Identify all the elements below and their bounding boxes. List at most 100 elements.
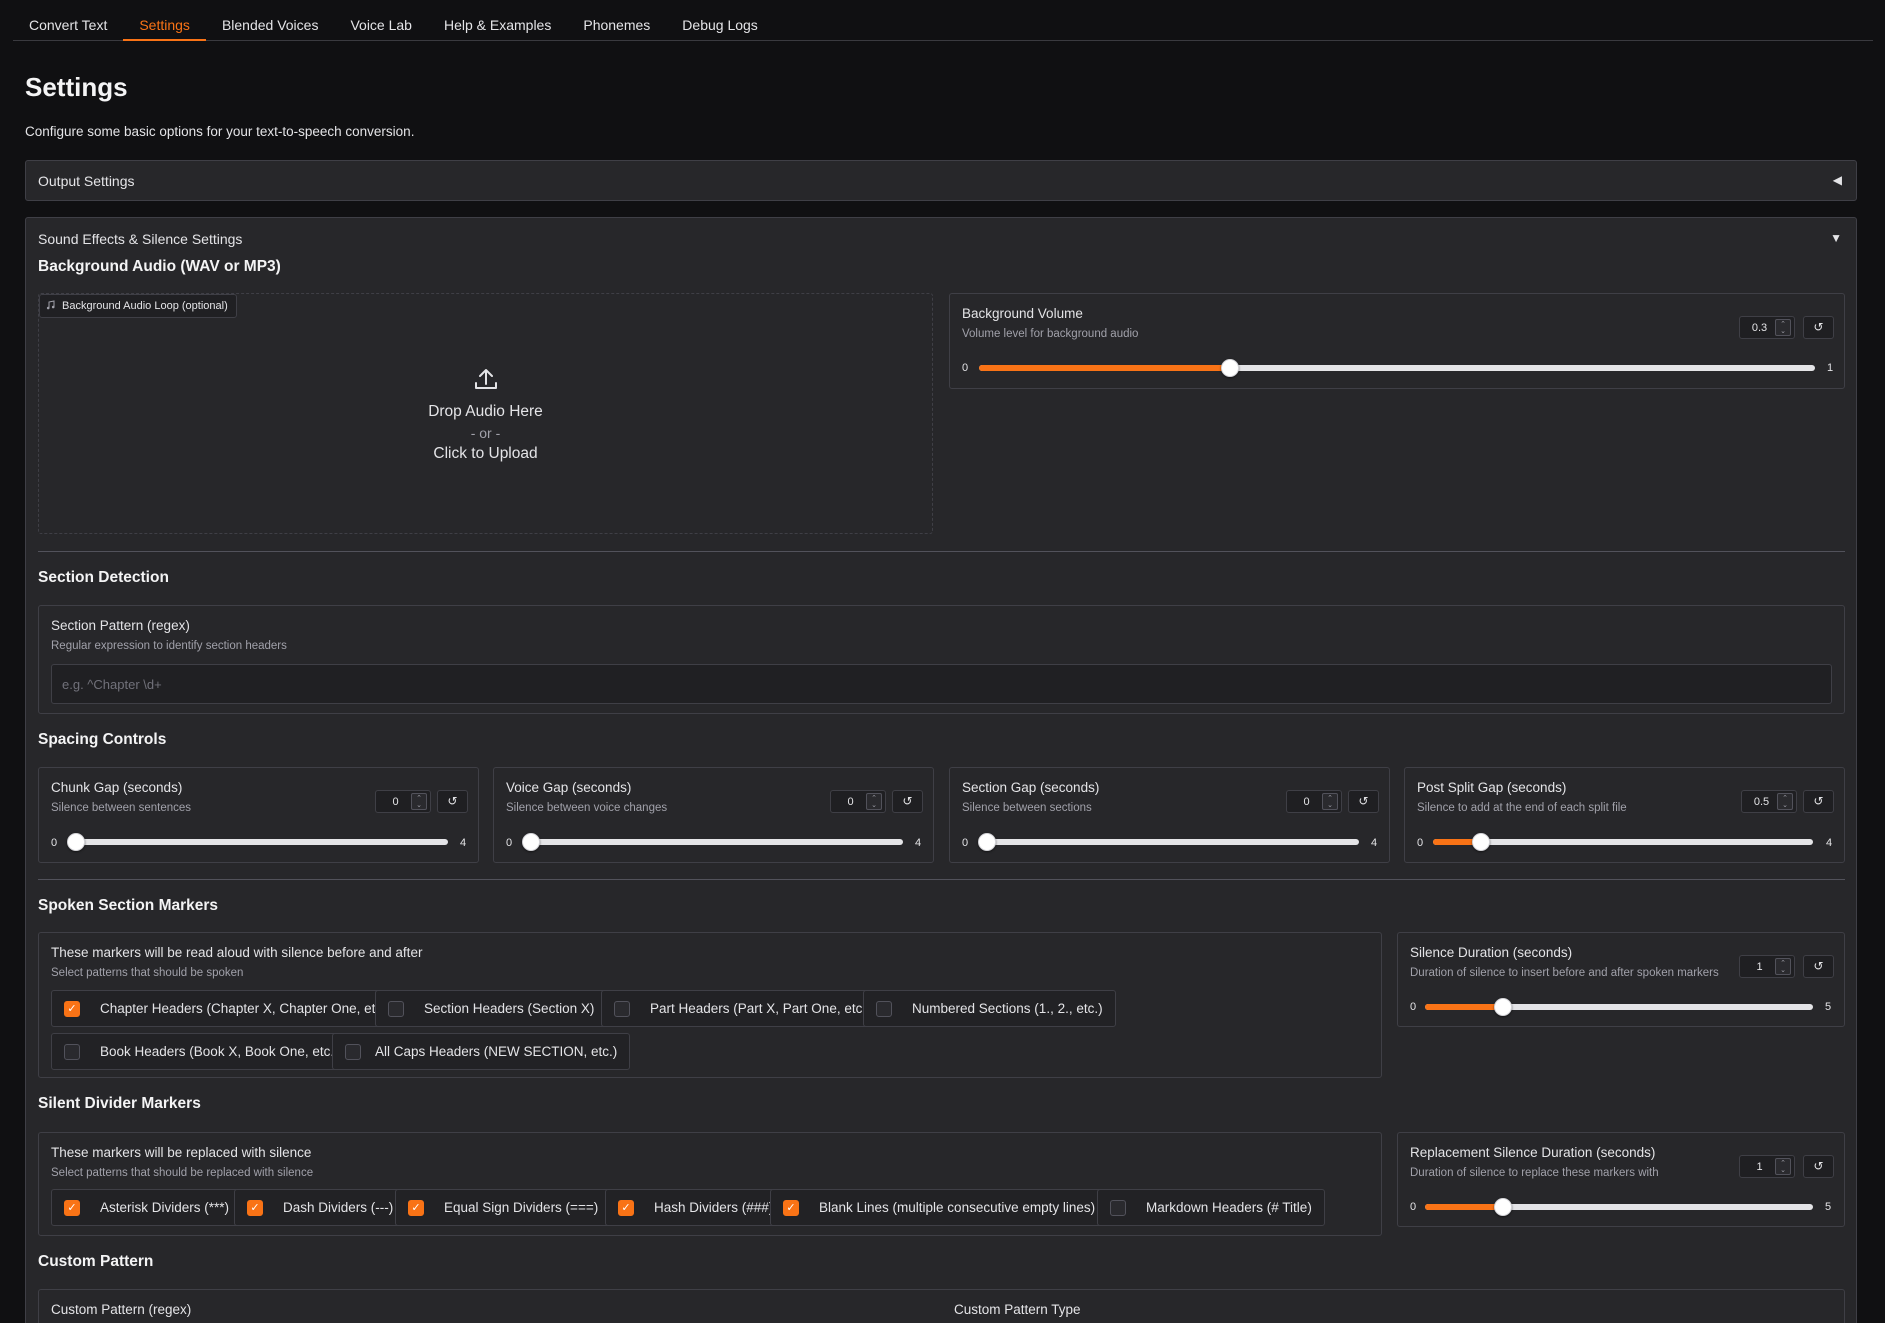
- slider-thumb[interactable]: [1493, 998, 1512, 1016]
- background-volume-slider[interactable]: [979, 359, 1815, 377]
- slider-min: 0: [962, 837, 969, 849]
- post-split-gap-input[interactable]: 0.5 ⌃ ⌄: [1741, 790, 1797, 813]
- checkbox-all-caps-headers[interactable]: All Caps Headers (NEW SECTION, etc.): [332, 1033, 631, 1070]
- replacement-silence-slider[interactable]: [1425, 1198, 1813, 1216]
- checkbox-label: Part Headers (Part X, Part One, etc.): [650, 1001, 871, 1016]
- checkbox-box: [614, 1000, 630, 1017]
- tab-voice-lab[interactable]: Voice Lab: [334, 0, 428, 41]
- reset-button[interactable]: ↺: [437, 790, 468, 813]
- silence-duration-input[interactable]: 1 ⌃ ⌄: [1739, 955, 1795, 978]
- slider-thumb[interactable]: [1493, 1198, 1512, 1216]
- tab-convert-text[interactable]: Convert Text: [13, 0, 123, 41]
- checkbox-book-headers[interactable]: Book Headers (Book X, Book One, etc.): [51, 1033, 352, 1070]
- tab-settings[interactable]: Settings: [123, 0, 206, 41]
- checkbox-blank-lines[interactable]: ✓ Blank Lines (multiple consecutive empty…: [770, 1189, 1109, 1226]
- custom-pattern-heading: Custom Pattern: [38, 1253, 154, 1270]
- chunk-gap-label: Chunk Gap (seconds): [51, 780, 183, 795]
- slider-min: 0: [506, 837, 513, 849]
- collapse-arrow-icon[interactable]: ◀: [1833, 173, 1842, 187]
- silence-duration-slider[interactable]: [1425, 998, 1813, 1016]
- replacement-silence-info: Duration of silence to replace these mar…: [1410, 1167, 1659, 1179]
- background-volume-info: Volume level for background audio: [962, 328, 1139, 340]
- spinner-icon[interactable]: ⌃ ⌄: [1775, 319, 1791, 336]
- background-volume-input[interactable]: 0.3 ⌃ ⌄: [1739, 316, 1795, 339]
- voice-gap-label: Voice Gap (seconds): [506, 780, 632, 795]
- post-split-gap-label: Post Split Gap (seconds): [1417, 780, 1567, 795]
- spinner-icon[interactable]: ⌃ ⌄: [1777, 793, 1793, 810]
- replacement-silence-input[interactable]: 1 ⌃ ⌄: [1739, 1155, 1795, 1178]
- checkmark-icon: ✓: [64, 1199, 80, 1216]
- slider-max: 5: [1825, 1201, 1832, 1213]
- slider-thumb[interactable]: [1220, 359, 1239, 377]
- checkbox-label: Hash Dividers (###): [654, 1200, 774, 1215]
- checkbox-section-headers[interactable]: Section Headers (Section X): [375, 990, 608, 1027]
- number-value: 0.3: [1751, 321, 1768, 334]
- accordion-label[interactable]: Sound Effects & Silence Settings: [38, 231, 242, 247]
- checkbox-hash-dividers[interactable]: ✓ Hash Dividers (###): [605, 1189, 787, 1226]
- checkmark-icon: ✓: [408, 1199, 424, 1216]
- output-settings-accordion[interactable]: Output Settings ◀: [25, 160, 1857, 201]
- checkbox-markdown-headers[interactable]: Markdown Headers (# Title): [1097, 1189, 1325, 1226]
- post-split-gap-info: Silence to add at the end of each split …: [1417, 802, 1627, 814]
- number-value: 0: [392, 795, 399, 808]
- checkbox-chapter-headers[interactable]: ✓ Chapter Headers (Chapter X, Chapter One…: [51, 990, 404, 1027]
- chunk-gap-input[interactable]: 0 ⌃ ⌄: [375, 790, 431, 813]
- spinner-icon[interactable]: ⌃ ⌄: [1775, 958, 1791, 975]
- checkbox-part-headers[interactable]: Part Headers (Part X, Part One, etc.): [601, 990, 884, 1027]
- spinner-icon[interactable]: ⌃ ⌄: [1775, 1158, 1791, 1175]
- voice-gap-slider[interactable]: [522, 833, 903, 851]
- voice-gap-input[interactable]: 0 ⌃ ⌄: [830, 790, 886, 813]
- expand-arrow-icon[interactable]: ▼: [1830, 231, 1842, 245]
- spinner-icon[interactable]: ⌃ ⌄: [866, 793, 882, 810]
- reset-icon: ↺: [1813, 959, 1824, 973]
- page-description: Configure some basic options for your te…: [25, 124, 415, 139]
- checkbox-asterisk-dividers[interactable]: ✓ Asterisk Dividers (***): [51, 1189, 243, 1226]
- custom-pattern-panel: Custom Pattern (regex) Custom Pattern Ty…: [38, 1289, 1845, 1323]
- post-split-gap-slider[interactable]: [1433, 833, 1813, 851]
- reset-button[interactable]: ↺: [892, 790, 923, 813]
- reset-button[interactable]: ↺: [1348, 790, 1379, 813]
- tab-blended-voices[interactable]: Blended Voices: [206, 0, 335, 41]
- section-pattern-input[interactable]: [51, 664, 1832, 704]
- reset-button[interactable]: ↺: [1803, 790, 1834, 813]
- chunk-gap-slider[interactable]: [67, 833, 448, 851]
- silence-duration-panel: Silence Duration (seconds) Duration of s…: [1397, 932, 1845, 1027]
- tab-debug-logs[interactable]: Debug Logs: [666, 0, 774, 41]
- chunk-gap-panel: Chunk Gap (seconds) Silence between sent…: [38, 767, 479, 863]
- checkbox-label: Markdown Headers (# Title): [1146, 1200, 1312, 1215]
- section-detection-heading: Section Detection: [38, 569, 169, 586]
- section-pattern-label: Section Pattern (regex): [51, 618, 190, 633]
- tab-phonemes[interactable]: Phonemes: [567, 0, 666, 41]
- upload-icon: [39, 366, 932, 395]
- checkbox-box: [64, 1043, 80, 1060]
- checkbox-box: [388, 1000, 404, 1017]
- tab-help-examples[interactable]: Help & Examples: [428, 0, 567, 41]
- reset-button[interactable]: ↺: [1803, 316, 1834, 339]
- background-volume-panel: Background Volume Volume level for backg…: [949, 293, 1845, 389]
- drop-audio-text: Drop Audio Here: [428, 403, 543, 420]
- checkbox-label: Section Headers (Section X): [424, 1001, 595, 1016]
- checkbox-equal-sign-dividers[interactable]: ✓ Equal Sign Dividers (===): [395, 1189, 612, 1226]
- spinner-icon[interactable]: ⌃ ⌄: [411, 793, 427, 810]
- spoken-markers-info: Select patterns that should be spoken: [51, 967, 244, 979]
- slider-thumb[interactable]: [67, 833, 85, 851]
- slider-max: 4: [915, 837, 922, 849]
- checkbox-label: Book Headers (Book X, Book One, etc.): [100, 1044, 339, 1059]
- reset-icon: ↺: [902, 794, 913, 808]
- checkbox-label: Dash Dividers (---): [283, 1200, 394, 1215]
- reset-icon: ↺: [447, 794, 458, 808]
- reset-button[interactable]: ↺: [1803, 955, 1834, 978]
- reset-icon: ↺: [1813, 1159, 1824, 1173]
- slider-thumb[interactable]: [1471, 833, 1490, 851]
- section-gap-input[interactable]: 0 ⌃ ⌄: [1286, 790, 1342, 813]
- checkbox-numbered-sections[interactable]: Numbered Sections (1., 2., etc.): [863, 990, 1116, 1027]
- spinner-icon[interactable]: ⌃ ⌄: [1322, 793, 1338, 810]
- slider-thumb[interactable]: [522, 833, 540, 851]
- audio-upload-dropzone[interactable]: Background Audio Loop (optional) Drop Au…: [38, 293, 933, 534]
- reset-button[interactable]: ↺: [1803, 1155, 1834, 1178]
- checkbox-dash-dividers[interactable]: ✓ Dash Dividers (---): [234, 1189, 407, 1226]
- post-split-gap-panel: Post Split Gap (seconds) Silence to add …: [1404, 767, 1845, 863]
- chunk-gap-info: Silence between sentences: [51, 802, 192, 814]
- slider-thumb[interactable]: [978, 833, 996, 851]
- section-gap-slider[interactable]: [978, 833, 1359, 851]
